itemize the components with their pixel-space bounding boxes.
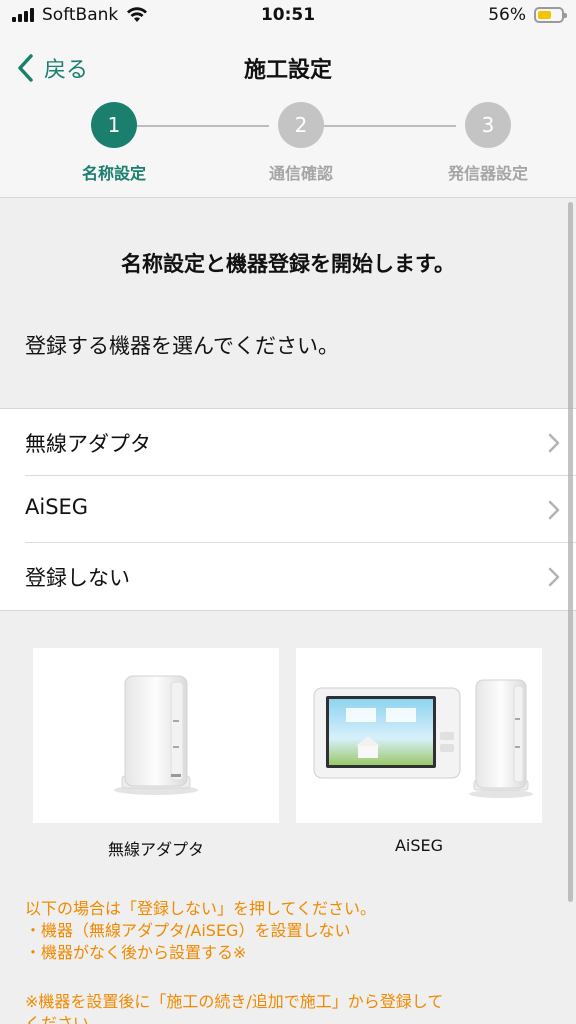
note-line: ください。 — [25, 1014, 106, 1024]
device-option-list: 無線アダプタ AiSEG 登録しない — [0, 408, 576, 611]
step-number: 2 — [278, 102, 324, 148]
chevron-right-icon — [548, 567, 560, 587]
wireless-adapter-caption: 無線アダプタ — [107, 840, 204, 859]
option-wireless-adapter[interactable]: 無線アダプタ — [25, 409, 576, 476]
status-right: 56% — [488, 5, 567, 25]
step-label: 通信確認 — [268, 164, 333, 183]
option-label: 無線アダプタ — [25, 432, 151, 456]
aiseg-image — [296, 648, 542, 823]
status-bar: SoftBank 10:51 56% — [0, 0, 576, 36]
note-line: ・機器（無線アダプタ/AiSEG）を設置しない — [25, 921, 351, 940]
step-number: 1 — [91, 102, 137, 148]
note-line: ※機器を設置後に「施工の続き/追加で施工」から登録して — [25, 992, 444, 1011]
battery-icon — [534, 7, 567, 23]
scrollbar[interactable] — [568, 202, 573, 902]
option-do-not-register[interactable]: 登録しない — [25, 543, 576, 610]
page-title: 施工設定 — [243, 58, 332, 83]
step-label: 発信器設定 — [447, 164, 528, 183]
intro-title: 名称設定と機器登録を開始します。 — [121, 252, 455, 276]
option-aiseg[interactable]: AiSEG — [25, 476, 576, 543]
option-label: 登録しない — [25, 566, 130, 590]
navigation-bar: 戻る 施工設定 1 名称設定 2 通信確認 3 発信器設定 — [0, 36, 576, 198]
chevron-right-icon — [548, 500, 560, 520]
intro-subtitle: 登録する機器を選んでください。 — [25, 334, 339, 358]
note-line: ・機器がなく後から設置する※ — [25, 943, 247, 962]
step-3: 3 発信器設定 — [418, 102, 558, 184]
step-label: 名称設定 — [81, 164, 146, 183]
chevron-right-icon — [548, 433, 560, 453]
step-1: 1 名称設定 — [44, 102, 184, 184]
wireless-adapter-image — [33, 648, 279, 823]
step-number: 3 — [465, 102, 511, 148]
note-line: 以下の場合は「登録しない」を押してください。 — [25, 899, 377, 918]
step-indicator: 1 名称設定 2 通信確認 3 発信器設定 — [0, 102, 576, 192]
battery-percent: 56% — [488, 5, 526, 25]
step-2: 2 通信確認 — [231, 102, 371, 184]
aiseg-caption: AiSEG — [394, 836, 444, 855]
option-label: AiSEG — [25, 495, 89, 519]
